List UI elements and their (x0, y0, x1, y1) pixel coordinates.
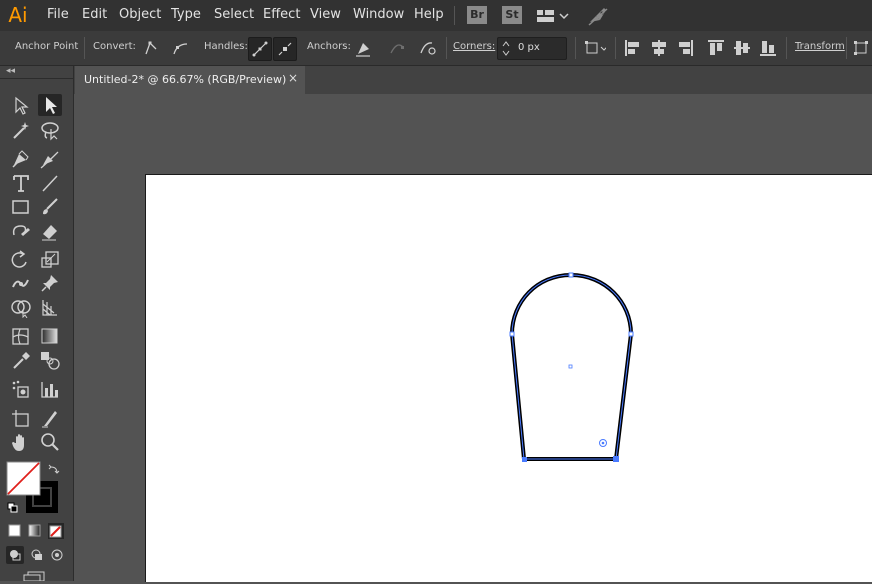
drawn-shape-path[interactable] (510, 273, 633, 461)
selection-outline (511, 274, 632, 460)
anchor-point[interactable] (509, 331, 515, 337)
live-corner-widget[interactable] (599, 439, 607, 447)
selected-shape-layer (509, 272, 634, 462)
anchor-point[interactable] (613, 456, 619, 462)
anchor-point[interactable] (568, 272, 574, 278)
anchor-point[interactable] (628, 331, 634, 337)
anchor-point[interactable] (522, 457, 527, 462)
center-point (568, 364, 573, 369)
